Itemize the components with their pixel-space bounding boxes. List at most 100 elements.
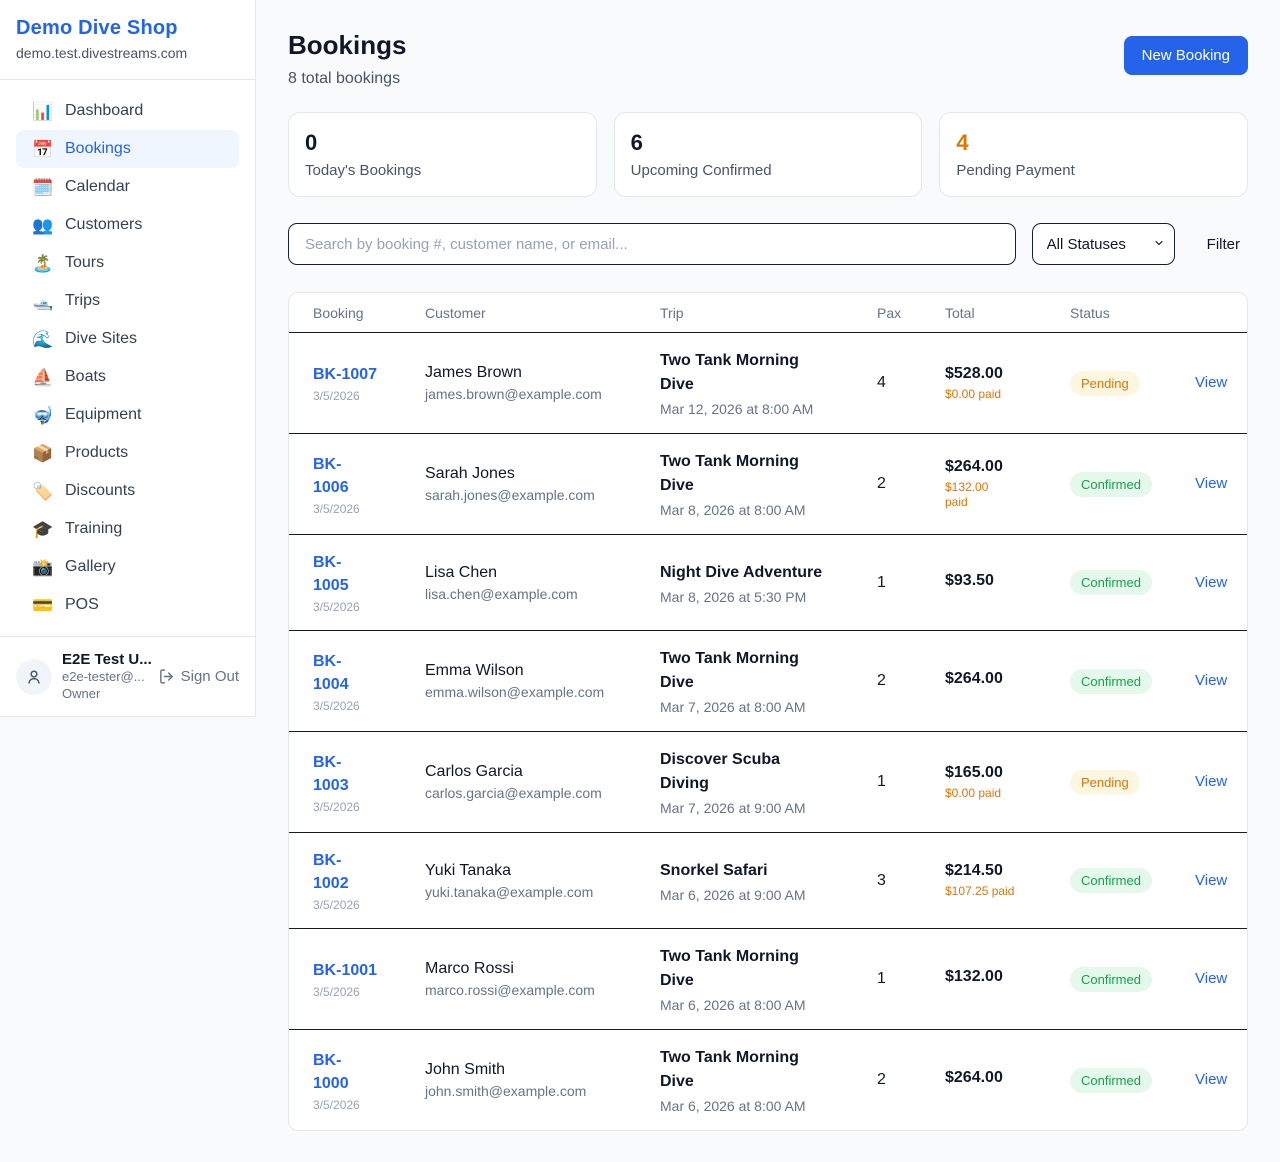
customer-email: marco.rossi@example.com [425, 982, 644, 998]
trip-datetime: Mar 6, 2026 at 8:00 AM [660, 1098, 861, 1114]
sidebar-item-gallery[interactable]: 📸 Gallery [16, 548, 239, 586]
trip-name: Two Tank Morning Dive [660, 450, 861, 498]
sidebar-item-dive-sites[interactable]: 🌊 Dive Sites [16, 320, 239, 358]
sidebar-item-products[interactable]: 📦 Products [16, 434, 239, 472]
sidebar-item-pos[interactable]: 💳 POS [16, 586, 239, 624]
view-link[interactable]: View [1195, 672, 1227, 689]
pax-count: 1 [877, 970, 886, 987]
stat-card-todays-bookings: 0 Today's Bookings [288, 112, 597, 197]
customer-name: Emma Wilson [425, 662, 644, 680]
booking-number-link[interactable]: BK- 1000 [313, 1049, 349, 1095]
customer-email: john.smith@example.com [425, 1083, 644, 1099]
view-link[interactable]: View [1195, 475, 1227, 492]
view-link[interactable]: View [1195, 773, 1227, 790]
sidebar-item-label: Trips [65, 292, 100, 310]
booking-number-link[interactable]: BK- 1006 [313, 453, 349, 499]
total-amount: $264.00 [945, 458, 1054, 476]
view-link[interactable]: View [1195, 1071, 1227, 1088]
sidebar-item-label: Equipment [65, 406, 142, 424]
status-badge: Confirmed [1070, 967, 1152, 992]
sidebar-item-tours[interactable]: 🏝️ Tours [16, 244, 239, 282]
col-header-actions [1195, 293, 1248, 333]
sidebar-header: Demo Dive Shop demo.test.divestreams.com [0, 0, 255, 80]
view-link[interactable]: View [1195, 970, 1227, 987]
view-link[interactable]: View [1195, 374, 1227, 391]
new-booking-button[interactable]: New Booking [1124, 36, 1248, 75]
booking-date: 3/5/2026 [313, 985, 409, 999]
table-row: BK- 1005 3/5/2026 Lisa Chen lisa.chen@ex… [289, 535, 1248, 631]
sidebar-item-bookings[interactable]: 📅 Bookings [16, 130, 239, 168]
person-icon [24, 667, 44, 687]
user-role: Owner [62, 685, 148, 702]
booking-number-link[interactable]: BK- 1003 [313, 751, 349, 797]
sign-out-button[interactable]: Sign Out [158, 668, 239, 685]
sidebar-item-discounts[interactable]: 🏷️ Discounts [16, 472, 239, 510]
customer-email: yuki.tanaka@example.com [425, 884, 644, 900]
stat-card-pending-payment: 4 Pending Payment [939, 112, 1248, 197]
table-header-row: Booking Customer Trip Pax Total Status [289, 293, 1248, 333]
customer-email: emma.wilson@example.com [425, 684, 644, 700]
status-badge: Confirmed [1070, 1068, 1152, 1093]
sidebar-item-label: Dashboard [65, 102, 143, 120]
shop-name: Demo Dive Shop [16, 17, 239, 40]
booking-date: 3/5/2026 [313, 699, 409, 713]
view-link[interactable]: View [1195, 872, 1227, 889]
sidebar-nav: 📊 Dashboard 📅 Bookings 🗓️ Calendar 👥 Cus… [0, 80, 255, 636]
total-bookings-count: 8 total bookings [288, 70, 406, 88]
booking-number-link[interactable]: BK-1001 [313, 959, 377, 982]
paid-amount: $0.00 paid [945, 387, 1054, 402]
status-filter-select[interactable]: All Statuses [1032, 223, 1175, 265]
total-amount: $165.00 [945, 764, 1054, 782]
trip-name: Night Dive Adventure [660, 561, 861, 585]
sign-out-icon [158, 668, 175, 685]
search-input[interactable] [288, 223, 1016, 265]
bookings-table-card: Booking Customer Trip Pax Total Status B… [288, 292, 1248, 1131]
sidebar-item-label: Boats [65, 368, 106, 386]
col-header-pax: Pax [877, 293, 945, 333]
table-row: BK- 1006 3/5/2026 Sarah Jones sarah.jone… [289, 434, 1248, 535]
status-badge: Pending [1070, 770, 1140, 795]
filter-button[interactable]: Filter [1207, 236, 1240, 253]
sidebar-item-boats[interactable]: ⛵ Boats [16, 358, 239, 396]
trip-datetime: Mar 6, 2026 at 9:00 AM [660, 887, 861, 903]
booking-date: 3/5/2026 [313, 1098, 409, 1112]
stat-value: 6 [631, 130, 906, 156]
col-header-booking: Booking [289, 293, 425, 333]
paid-amount: $107.25 paid [945, 884, 1054, 899]
customers-icon: 👥 [32, 217, 52, 234]
stat-label: Today's Bookings [305, 162, 580, 179]
trip-name: Two Tank Morning Dive [660, 349, 861, 397]
tag-icon: 🏷️ [32, 483, 52, 500]
status-filter-wrap: All Statuses [1032, 223, 1175, 265]
total-amount: $264.00 [945, 1069, 1054, 1087]
pax-count: 2 [877, 672, 886, 689]
trip-name: Snorkel Safari [660, 859, 861, 883]
booking-number-link[interactable]: BK- 1004 [313, 650, 349, 696]
sidebar-item-label: Gallery [65, 558, 116, 576]
view-link[interactable]: View [1195, 574, 1227, 591]
booking-date: 3/5/2026 [313, 502, 409, 516]
paid-amount: $132.00 paid [945, 480, 1054, 510]
sidebar-item-training[interactable]: 🎓 Training [16, 510, 239, 548]
trip-datetime: Mar 8, 2026 at 5:30 PM [660, 589, 861, 605]
total-amount: $93.50 [945, 572, 1054, 590]
sidebar-item-equipment[interactable]: 🤿 Equipment [16, 396, 239, 434]
customer-name: James Brown [425, 364, 644, 382]
trip-datetime: Mar 8, 2026 at 8:00 AM [660, 502, 861, 518]
sidebar-item-calendar[interactable]: 🗓️ Calendar [16, 168, 239, 206]
sidebar-item-trips[interactable]: 🛥️ Trips [16, 282, 239, 320]
wave-icon: 🌊 [32, 331, 52, 348]
sidebar-item-dashboard[interactable]: 📊 Dashboard [16, 92, 239, 130]
sidebar-item-customers[interactable]: 👥 Customers [16, 206, 239, 244]
stat-card-upcoming-confirmed: 6 Upcoming Confirmed [614, 112, 923, 197]
col-header-total: Total [945, 293, 1070, 333]
booking-number-link[interactable]: BK- 1002 [313, 849, 349, 895]
customer-email: james.brown@example.com [425, 386, 644, 402]
booking-date: 3/5/2026 [313, 800, 409, 814]
customer-email: lisa.chen@example.com [425, 586, 644, 602]
stat-value: 4 [956, 130, 1231, 156]
sidebar-item-label: Products [65, 444, 128, 462]
status-badge: Confirmed [1070, 669, 1152, 694]
booking-number-link[interactable]: BK- 1005 [313, 551, 349, 597]
booking-number-link[interactable]: BK-1007 [313, 363, 377, 386]
